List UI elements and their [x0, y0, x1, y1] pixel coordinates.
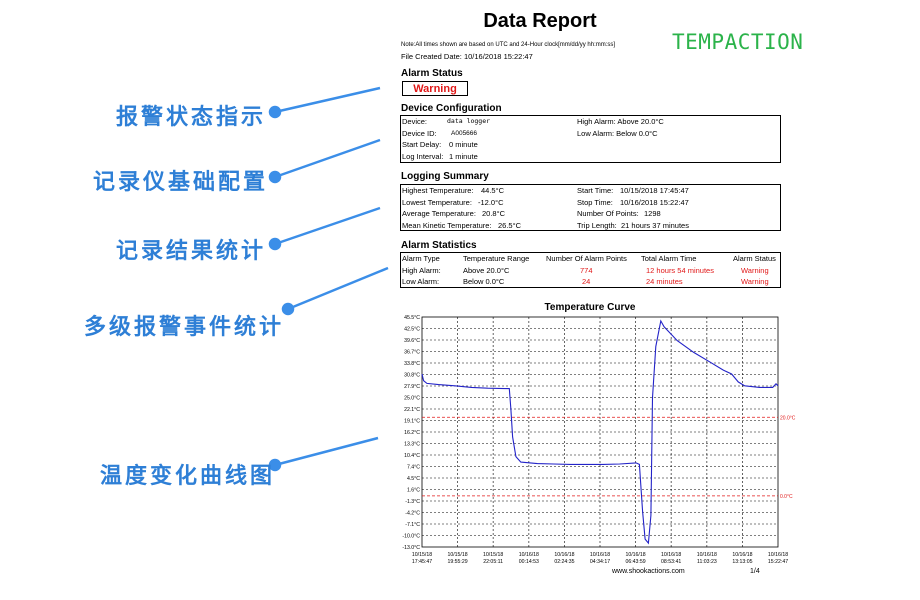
callout-arrow-dot	[281, 302, 295, 316]
callout-arrow-line	[274, 86, 381, 114]
callout-arrow-dot	[268, 170, 282, 184]
callout-device-config: 记录仪基础配置	[93, 169, 269, 195]
callout-logging-summary: 记录结果统计	[116, 238, 267, 264]
callout-arrow-line	[274, 138, 381, 179]
callout-arrow-line	[287, 266, 389, 311]
callout-alarm-statistics: 多级报警事件统计	[84, 314, 285, 340]
callout-arrow-line	[274, 206, 381, 246]
callout-alarm-status: 报警状态指示	[116, 104, 267, 130]
callout-arrow-dot	[268, 237, 282, 251]
callout-temperature-curve: 温度变化曲线图	[100, 463, 276, 489]
callout-arrows	[268, 86, 389, 472]
callout-arrow-dot	[268, 105, 282, 119]
callout-arrow-line	[274, 436, 379, 467]
